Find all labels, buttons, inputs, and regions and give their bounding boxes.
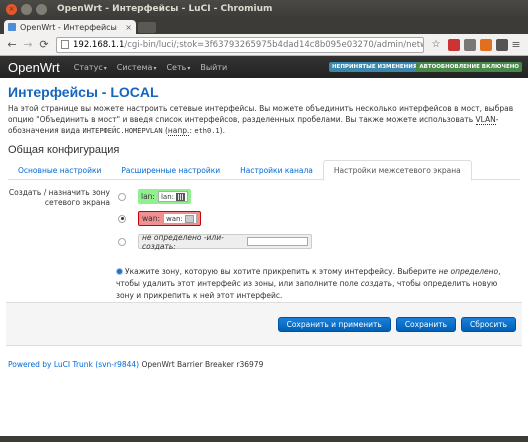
close-window-button[interactable]: ×: [6, 3, 17, 15]
browser-tab[interactable]: OpenWrt - Интерфейсы ×: [4, 20, 136, 34]
save-button[interactable]: Сохранить: [395, 316, 456, 332]
extension-camera-icon[interactable]: [496, 38, 508, 51]
zone-lan-badge: lan: lan:: [138, 189, 191, 204]
nav-status[interactable]: Статус▾: [74, 63, 107, 72]
firewall-form: Создать / назначить зону сетевого экрана…: [8, 180, 520, 300]
extension-gray-icon[interactable]: [464, 38, 476, 51]
form-actions: Сохранить и применить Сохранить Сбросить: [6, 302, 522, 346]
zone-wan-badge: wan: wan:: [138, 211, 201, 226]
page-icon: [61, 40, 69, 49]
zone-option-lan: lan: lan:: [118, 189, 191, 204]
brand-logo[interactable]: OpenWrt: [8, 60, 60, 75]
section-title: Общая конфигурация: [8, 144, 120, 156]
forward-icon[interactable]: →: [20, 37, 36, 53]
zone-none-radio[interactable]: [118, 237, 126, 246]
nav-network[interactable]: Сеть▾: [166, 63, 190, 72]
tab-general[interactable]: Основные настройки: [8, 160, 111, 180]
firewall-zone-label: Создать / назначить зону сетевого экрана: [8, 188, 110, 207]
page-description: На этой странице вы можете настроить сет…: [8, 104, 514, 136]
network-port-icon: [184, 214, 194, 223]
browser-toolbar: ← → ⟳ 192.168.1.1/cgi-bin/luci/;stok=3f6…: [0, 34, 528, 56]
page-title: Интерфейсы - LOCAL: [8, 84, 159, 100]
new-tab-button[interactable]: [138, 22, 156, 33]
config-tabs: Основные настройки Расширенные настройки…: [8, 160, 520, 181]
tab-advanced[interactable]: Расширенные настройки: [111, 160, 230, 180]
zone-lan-radio[interactable]: [118, 192, 126, 201]
caret-down-icon: ▾: [187, 64, 191, 72]
luci-navbar: OpenWrt Статус▾ Система▾ Сеть▾ Выйти Неп…: [0, 56, 528, 78]
zone-option-none: не определено -или- создать:: [118, 233, 312, 251]
interface-box: lan:: [157, 191, 188, 202]
close-tab-icon[interactable]: ×: [125, 23, 132, 32]
info-icon: [116, 268, 123, 275]
reload-icon[interactable]: ⟳: [36, 37, 52, 53]
url-host: 192.168.1.1: [73, 39, 125, 50]
window-titlebar: × OpenWrt - Интерфейсы - LuCI - Chromium: [0, 0, 528, 18]
address-bar[interactable]: 192.168.1.1/cgi-bin/luci/;stok=3f6379326…: [56, 36, 424, 53]
window-title: OpenWrt - Интерфейсы - LuCI - Chromium: [57, 4, 273, 14]
back-icon[interactable]: ←: [4, 37, 20, 53]
page-content: Интерфейсы - LOCAL На этой странице вы м…: [0, 78, 528, 369]
tab-firewall[interactable]: Настройки межсетевого экрана: [322, 160, 472, 181]
page-favicon-icon: [8, 23, 16, 31]
reset-button[interactable]: Сбросить: [461, 316, 516, 332]
interface-box: wan:: [163, 213, 197, 224]
maximize-window-button[interactable]: [36, 3, 47, 15]
extension-orange-icon[interactable]: [480, 38, 492, 51]
browser-tabstrip: OpenWrt - Интерфейсы ×: [0, 18, 528, 34]
page-footer: Powered by LuCI Trunk (svn-r9844) OpenWr…: [8, 360, 264, 369]
network-port-icon: [176, 192, 185, 201]
browser-tab-title: OpenWrt - Интерфейсы: [20, 22, 117, 32]
nav-system[interactable]: Система▾: [117, 63, 157, 72]
zone-option-wan: wan: wan:: [118, 211, 201, 226]
firewall-hint: Укажите зону, которую вы хотите прикрепи…: [116, 267, 501, 300]
page-viewport: OpenWrt Статус▾ Система▾ Сеть▾ Выйти Неп…: [0, 56, 528, 436]
tab-physical[interactable]: Настройки канала: [230, 160, 323, 180]
bookmark-star-icon[interactable]: ☆: [428, 37, 444, 53]
auto-refresh-badge[interactable]: Автообновление включено: [416, 62, 522, 72]
menu-icon[interactable]: ≡: [508, 37, 524, 53]
unsaved-changes-badge[interactable]: Непринятые изменения: 8: [328, 62, 428, 72]
url-path: /cgi-bin/luci/;stok=3f63793265975b4dad14…: [124, 39, 423, 50]
caret-down-icon: ▾: [103, 64, 107, 72]
caret-down-icon: ▾: [153, 64, 157, 72]
minimize-window-button[interactable]: [21, 3, 32, 15]
extension-red-icon[interactable]: [448, 38, 460, 51]
luci-link[interactable]: Powered by LuCI Trunk (svn-r9844): [8, 360, 139, 369]
zone-none-badge: не определено -или- создать:: [138, 233, 312, 251]
zone-wan-radio[interactable]: [118, 214, 126, 223]
new-zone-input[interactable]: [247, 237, 308, 246]
vlan-abbr: VLAN: [475, 115, 496, 125]
nav-logout[interactable]: Выйти: [200, 63, 227, 72]
save-apply-button[interactable]: Сохранить и применить: [277, 316, 391, 332]
